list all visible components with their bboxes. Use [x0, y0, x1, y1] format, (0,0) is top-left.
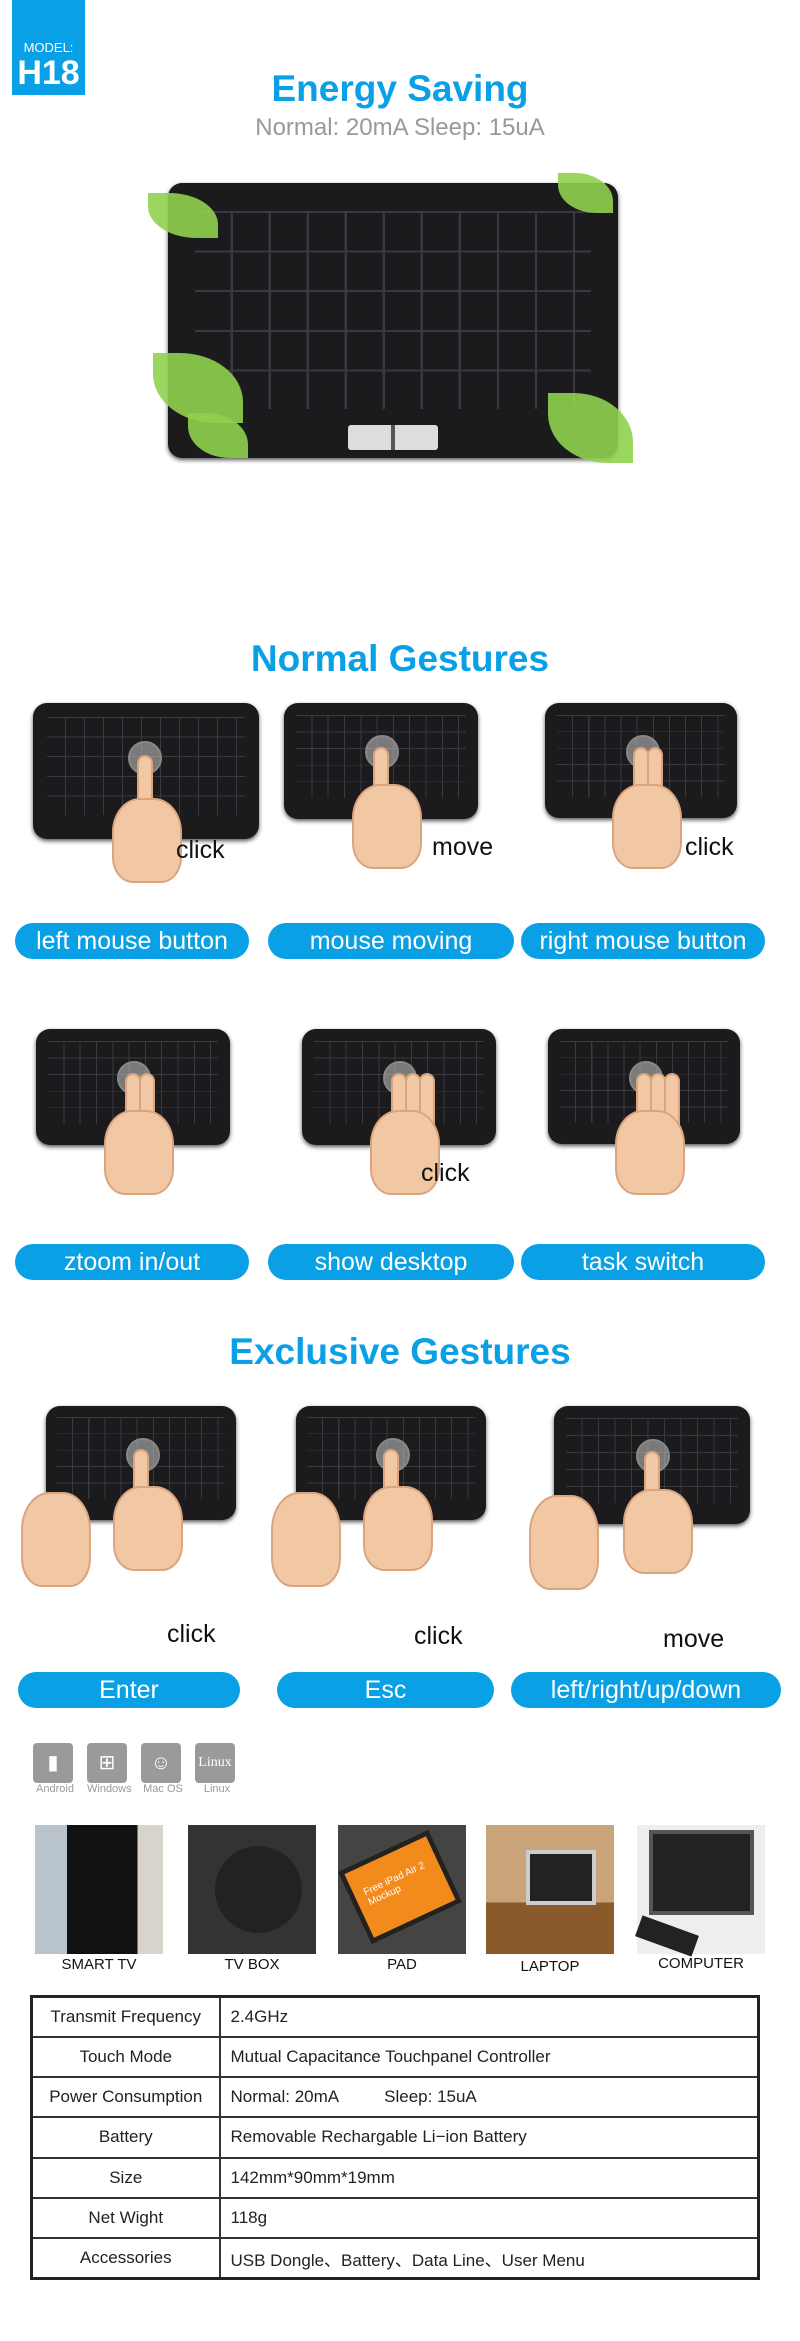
energy-title: Energy Saving: [271, 68, 529, 109]
gesture-action-label: click: [421, 1159, 470, 1187]
device-label: LAPTOP: [520, 1958, 580, 1975]
spec-row: Size 142mm*90mm*19mm: [30, 2156, 760, 2199]
gesture-label: Esc: [277, 1672, 494, 1708]
hand-icon: [21, 1491, 91, 1587]
spec-key: Battery: [30, 2116, 221, 2159]
spec-value: Normal: 20mA Sleep: 15uA: [218, 2076, 760, 2119]
smart-tv-image: [35, 1825, 163, 1954]
spec-table: Transmit Frequency 2.4GHz Touch Mode Mutual…: [30, 1995, 760, 2280]
gesture-action-label: click: [685, 833, 734, 861]
device-label: COMPUTER: [658, 1955, 744, 1972]
spec-value: 118g: [218, 2196, 760, 2240]
device-label: TV BOX: [224, 1956, 280, 1973]
spec-key: Net Wight: [30, 2196, 221, 2240]
linux-icon: Linux: [195, 1743, 235, 1783]
hand-icon: [103, 1110, 174, 1196]
os-linux: Linux Linux: [195, 1743, 239, 1795]
gesture-label: right mouse button: [521, 923, 765, 959]
normal-gestures-title: Normal Gestures: [250, 638, 550, 679]
spec-value: Mutual Capacitance Touchpanel Controller: [218, 2035, 760, 2079]
gesture-label: ztoom in/out: [15, 1244, 249, 1280]
android-icon: ▮: [33, 1743, 73, 1783]
device-label: PAD: [387, 1956, 417, 1973]
hand-icon: [622, 1488, 693, 1574]
gesture-label: left/right/up/down: [511, 1672, 781, 1708]
spec-row: Touch Mode Mutual Capacitance Touchpanel …: [30, 2035, 760, 2079]
windows-icon: ⊞: [87, 1743, 127, 1783]
laptop-image: [486, 1825, 614, 1954]
hand-icon: [112, 1485, 183, 1571]
gesture-label: show desktop: [268, 1244, 514, 1280]
exclusive-gestures-title: Exclusive Gestures: [229, 1331, 571, 1372]
spec-value: 142mm*90mm*19mm: [218, 2156, 760, 2199]
spec-value: 2.4GHz: [218, 1995, 760, 2038]
gesture-action-label: move: [432, 833, 494, 861]
gesture-label: mouse moving: [268, 923, 514, 959]
os-android: ▮ Android: [33, 1743, 77, 1795]
hand-icon: [615, 1109, 686, 1195]
hand-icon: [612, 783, 683, 869]
spec-value: USB Dongle、Battery、Data Line、User Menu: [218, 2237, 760, 2280]
energy-subtitle: Normal: 20mA Sleep: 15uA: [255, 114, 545, 141]
hand-icon: [529, 1494, 599, 1590]
hand-icon: [271, 1491, 341, 1587]
gesture-label: left mouse button: [15, 923, 249, 959]
hand-icon: [112, 798, 183, 884]
spec-value: Removable Rechargable Li−ion Battery: [218, 2116, 760, 2159]
tv-box-image: [188, 1825, 316, 1954]
hand-icon: [351, 784, 422, 870]
spec-key: Size: [30, 2156, 221, 2199]
os-windows: ⊞ Windows: [87, 1743, 132, 1795]
model-label: MODEL:: [23, 40, 74, 55]
spec-row: Battery Removable Rechargable Li−ion Batt…: [30, 2116, 760, 2159]
spec-key: Power Consumption: [30, 2076, 221, 2119]
os-compatibility: ▮ Android ⊞ Windows ☺ Mac OS Linux Linux: [33, 1743, 239, 1795]
finder-icon: ☺: [141, 1743, 181, 1783]
gesture-action-label: click: [176, 836, 225, 864]
hand-icon: [362, 1485, 433, 1571]
gesture-label: Enter: [18, 1672, 240, 1708]
spec-row: Transmit Frequency 2.4GHz: [30, 1995, 760, 2038]
spec-row: Power Consumption Normal: 20mA Sleep: 15uA: [30, 2076, 760, 2119]
spec-key: Touch Mode: [30, 2035, 221, 2079]
spec-row: Net Wight 118g: [30, 2196, 760, 2240]
computer-image: [635, 1825, 765, 1957]
spec-key: Accessories: [30, 2237, 221, 2280]
spec-key: Transmit Frequency: [30, 1995, 221, 2038]
spec-row: Accessories USB Dongle、Battery、Data Line、…: [30, 2237, 760, 2280]
gesture-action-label: move: [663, 1625, 725, 1653]
keyboard-hero-image: [148, 163, 638, 481]
device-label: SMART TV: [61, 1956, 137, 1973]
gesture-action-label: click: [167, 1620, 216, 1648]
gesture-label: task switch: [521, 1244, 765, 1280]
pad-image: Free iPad Air 2 Mockup: [337, 1825, 466, 1954]
gesture-action-label: click: [414, 1622, 463, 1650]
os-macos: ☺ Mac OS: [141, 1743, 185, 1795]
